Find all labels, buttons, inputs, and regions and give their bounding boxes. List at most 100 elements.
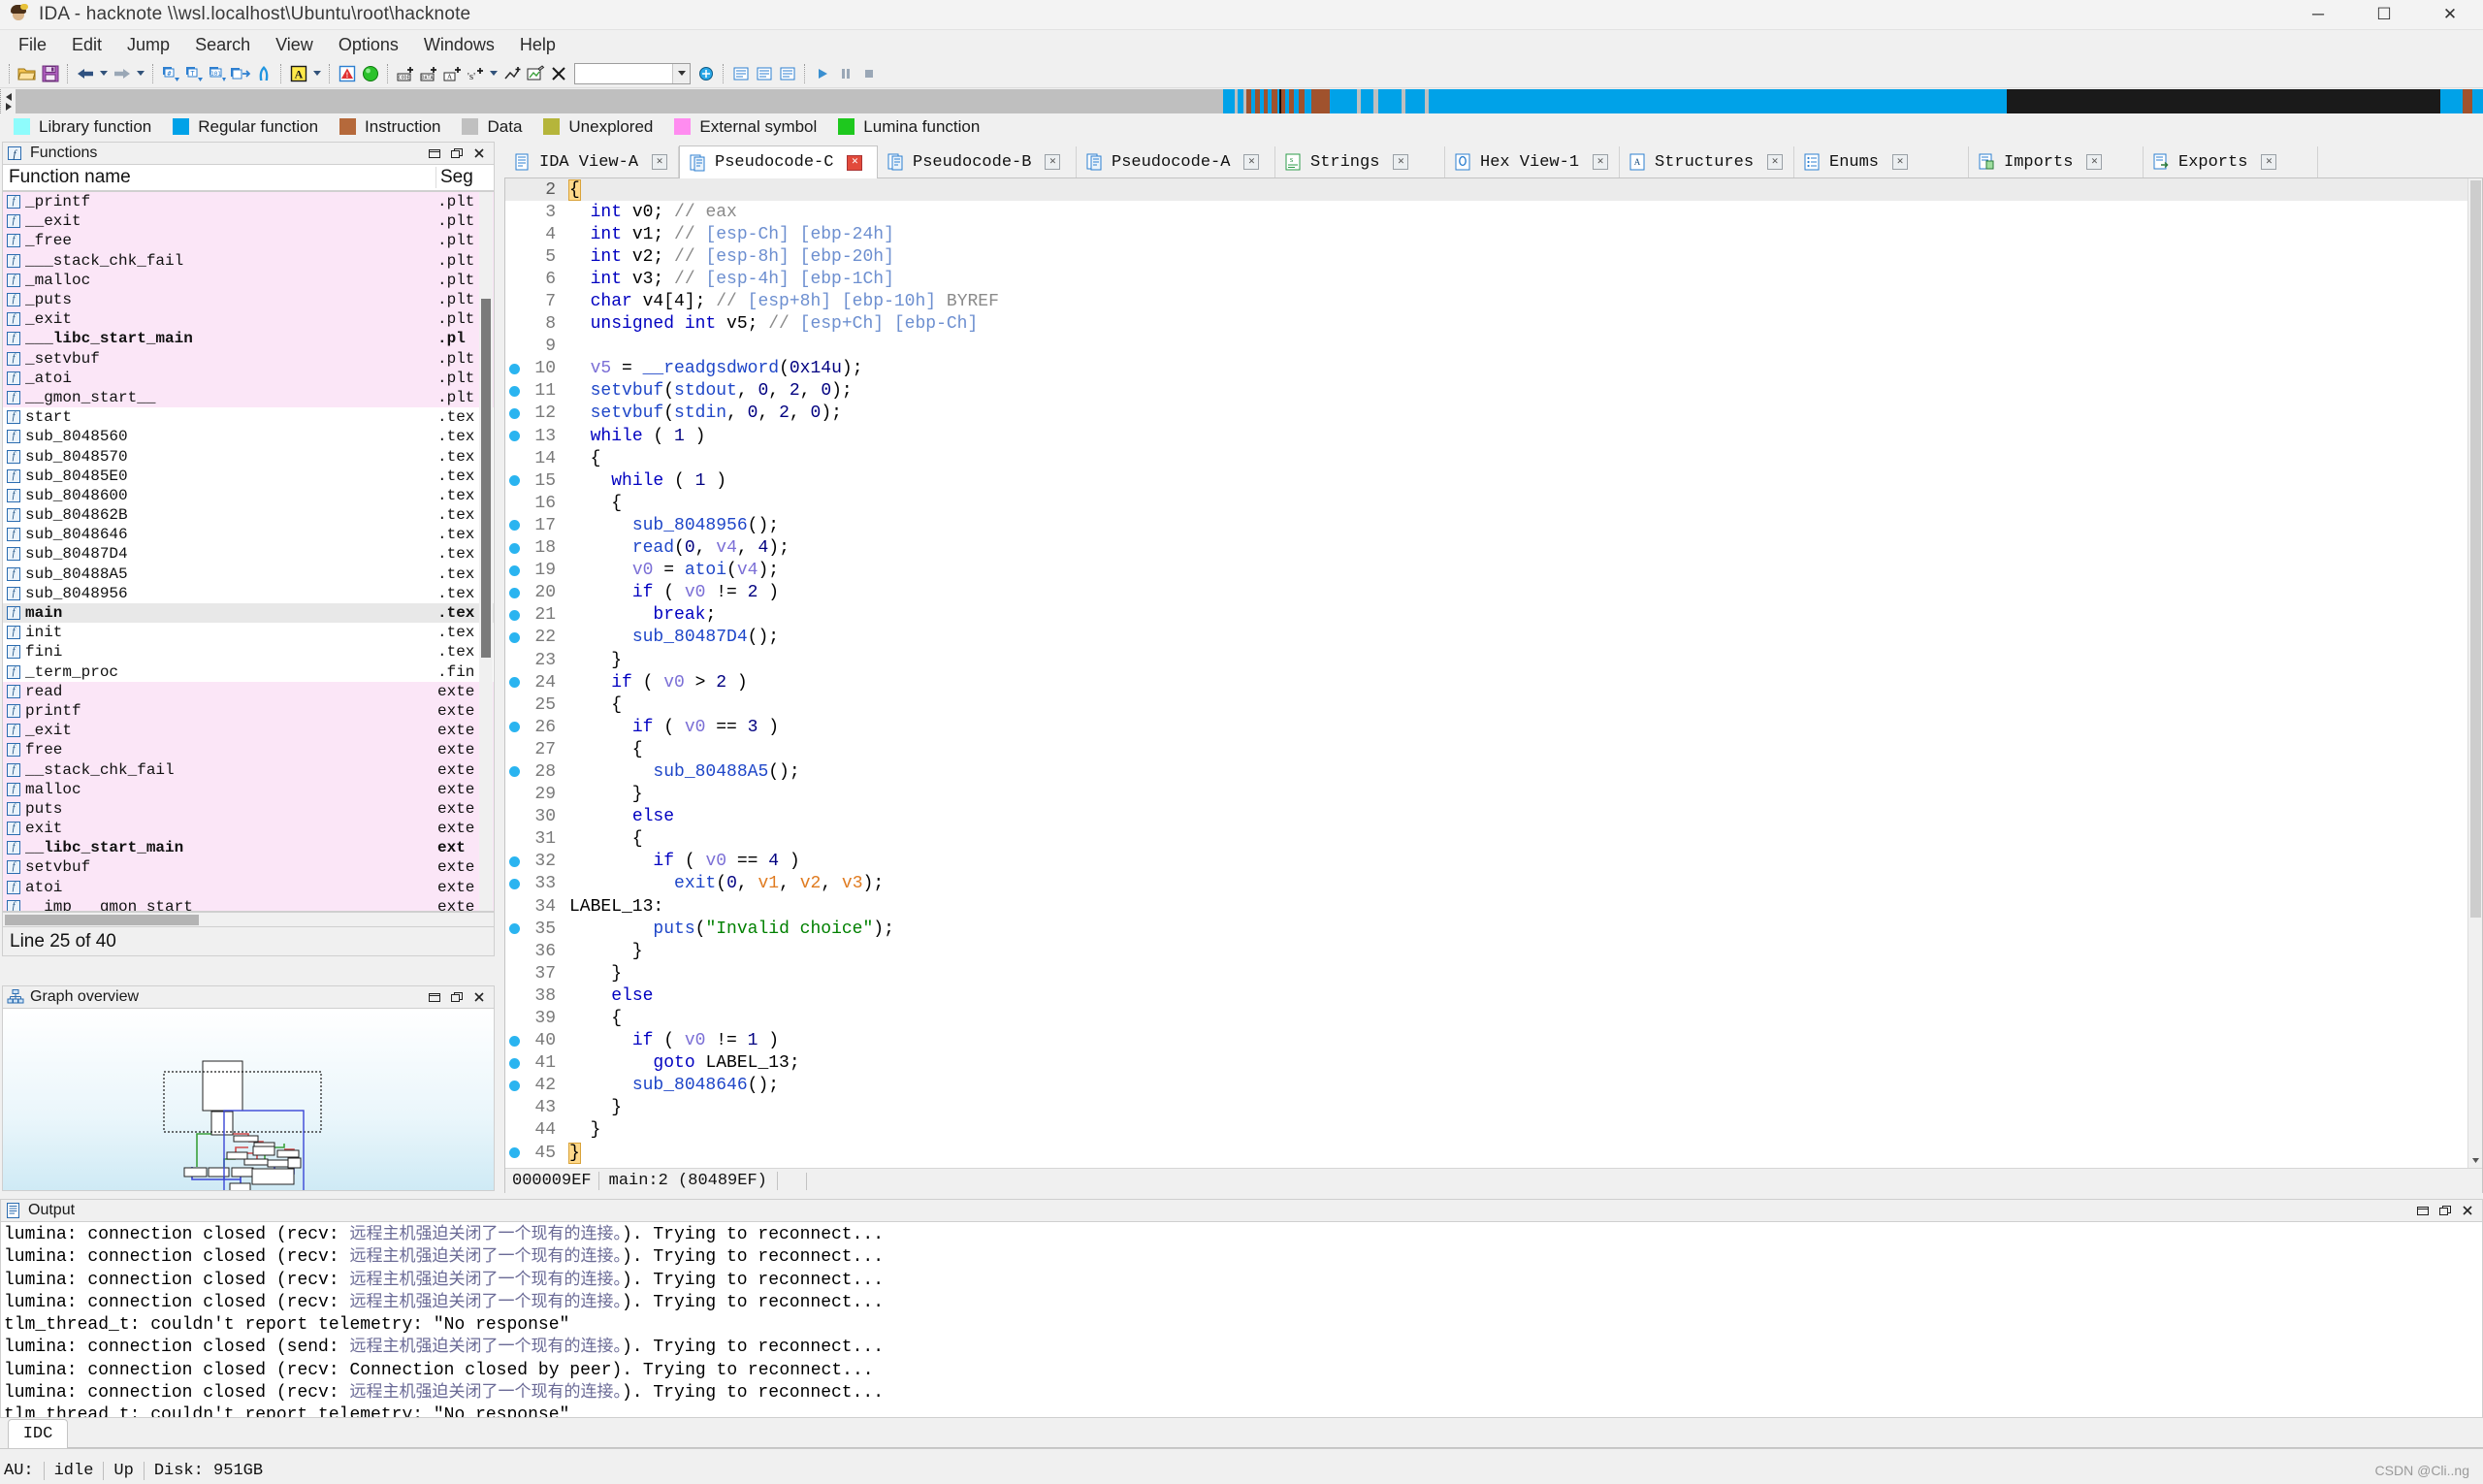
menu-item-options[interactable]: Options: [326, 32, 411, 58]
table-row[interactable]: f ___libc_start_main .pl: [3, 329, 494, 349]
jump-to-address-button[interactable]: #: [159, 62, 182, 85]
table-row[interactable]: f __gmon_start__ .plt: [3, 387, 494, 408]
tab-structures[interactable]: A Structures ✕: [1620, 146, 1794, 177]
pseudocode-line[interactable]: 21 break;: [505, 604, 2482, 627]
menu-item-jump[interactable]: Jump: [114, 32, 182, 58]
pseudocode-line[interactable]: 16 {: [505, 492, 2482, 514]
pseudocode-line[interactable]: 42 sub_8048646();: [505, 1075, 2482, 1097]
tab-ida-view-a[interactable]: IDA View-A ✕: [504, 146, 679, 177]
table-row[interactable]: f init .tex: [3, 623, 494, 642]
jump-to-prev-button[interactable]: [252, 62, 275, 85]
table-row[interactable]: f __stack_chk_fail exte: [3, 759, 494, 780]
save-file-button[interactable]: [39, 62, 62, 85]
pseudocode-line[interactable]: 3 int v0; // eax: [505, 201, 2482, 223]
tab-strings[interactable]: s Strings ✕: [1275, 146, 1445, 177]
table-row[interactable]: f sub_8048570 .tex: [3, 446, 494, 466]
undock-icon[interactable]: [445, 144, 468, 163]
table-row[interactable]: f _printf .plt: [3, 192, 494, 212]
table-row[interactable]: f __exit .plt: [3, 211, 494, 232]
pseudocode-line[interactable]: 20 if ( v0 != 2 ): [505, 582, 2482, 604]
make-string-dropdown[interactable]: [487, 62, 500, 85]
tab-close-icon[interactable]: ✕: [1243, 154, 1260, 170]
pseudocode-line[interactable]: 12 setvbuf(stdin, 0, 2, 0);: [505, 403, 2482, 425]
pseudocode-line[interactable]: 29 }: [505, 784, 2482, 806]
table-row[interactable]: f sub_80487D4 .tex: [3, 544, 494, 564]
pseudocode-line[interactable]: 9: [505, 336, 2482, 358]
pseudocode-line[interactable]: 26 if ( v0 == 3 ): [505, 716, 2482, 738]
scroll-down-icon[interactable]: [2468, 1153, 2482, 1168]
pseudocode-line[interactable]: 28 sub_80488A5();: [505, 760, 2482, 783]
pseudocode-line[interactable]: 4 int v1; // [esp-Ch] [ebp-24h]: [505, 223, 2482, 245]
chevron-down-icon[interactable]: [672, 63, 690, 83]
edit-function-button[interactable]: [524, 62, 547, 85]
graph-overview-canvas[interactable]: [2, 1009, 495, 1191]
table-row[interactable]: f main .tex: [3, 602, 494, 624]
table-row[interactable]: f sub_8048600 .tex: [3, 486, 494, 505]
pseudocode-line[interactable]: 36 }: [505, 940, 2482, 962]
tab-pseudocode-c[interactable]: Pseudocode-C ✕: [679, 145, 878, 178]
maximize-button[interactable]: ☐: [2351, 0, 2417, 30]
pseudocode-code-area[interactable]: 2{3 int v0; // eax 4 int v1; // [esp-Ch] …: [505, 178, 2482, 1168]
breakpoint-marker-icon[interactable]: [505, 722, 523, 733]
pseudocode-line[interactable]: 32 if ( v0 == 4 ): [505, 851, 2482, 873]
watch-list-button[interactable]: [753, 62, 776, 85]
menu-item-search[interactable]: Search: [182, 32, 263, 58]
pseudocode-line[interactable]: 7 char v4[4]; // [esp+8h] [ebp-10h] BYRE…: [505, 290, 2482, 312]
tab-close-icon[interactable]: ✕: [1892, 154, 1909, 170]
debugger-run-button[interactable]: [359, 62, 382, 85]
table-row[interactable]: f _term_proc .fin: [3, 662, 494, 682]
tab-close-icon[interactable]: ✕: [2261, 154, 2277, 170]
table-row[interactable]: f malloc exte: [3, 779, 494, 799]
restore-icon[interactable]: [2411, 1201, 2434, 1220]
table-row[interactable]: f ___stack_chk_fail .plt: [3, 250, 494, 271]
pseudocode-line[interactable]: 30 else: [505, 806, 2482, 828]
table-row[interactable]: f fini .tex: [3, 642, 494, 661]
pseudocode-vertical-scrollbar[interactable]: [2467, 178, 2482, 1168]
menu-item-help[interactable]: Help: [507, 32, 568, 58]
breakpoint-marker-icon[interactable]: [505, 677, 523, 689]
tab-enums[interactable]: Enums ✕: [1794, 146, 1969, 177]
table-row[interactable]: f atoi exte: [3, 877, 494, 897]
table-row[interactable]: f _exit .plt: [3, 309, 494, 330]
make-code-button[interactable]: CODE: [394, 62, 417, 85]
pseudocode-line[interactable]: 31 {: [505, 828, 2482, 851]
breakpoint-marker-icon[interactable]: [505, 363, 523, 374]
restore-icon[interactable]: [423, 144, 445, 163]
breakpoint-marker-icon[interactable]: [505, 609, 523, 621]
table-row[interactable]: f free exte: [3, 740, 494, 760]
functions-list[interactable]: f _printf .plt f __exit .plt f _free .plt f ___sta…: [2, 192, 495, 912]
pseudocode-line[interactable]: 40 if ( v0 != 1 ): [505, 1030, 2482, 1052]
close-icon[interactable]: [468, 987, 490, 1007]
pseudocode-line[interactable]: 41 goto LABEL_13;: [505, 1052, 2482, 1075]
output-log[interactable]: lumina: connection closed (recv: 远程主机强迫关…: [0, 1222, 2483, 1418]
pseudocode-line[interactable]: 17 sub_8048956();: [505, 514, 2482, 536]
pseudocode-line[interactable]: 19 v0 = atoi(v4);: [505, 560, 2482, 582]
table-row[interactable]: f read exte: [3, 681, 494, 701]
pseudocode-line[interactable]: 5 int v2; // [esp-8h] [ebp-20h]: [505, 245, 2482, 268]
table-row[interactable]: f sub_80485E0 .tex: [3, 467, 494, 486]
stack-trace-button[interactable]: [776, 62, 799, 85]
table-row[interactable]: f _atoi .plt: [3, 368, 494, 388]
tab-pseudocode-a[interactable]: Pseudocode-A ✕: [1077, 146, 1275, 177]
breakpoint-marker-icon[interactable]: [505, 1147, 523, 1159]
breakpoint-marker-icon[interactable]: [505, 1035, 523, 1047]
make-data-button[interactable]: DATA: [417, 62, 440, 85]
debug-start-button[interactable]: [811, 62, 834, 85]
text-search-dropdown[interactable]: [310, 62, 324, 85]
debugger-selector[interactable]: [574, 62, 691, 84]
nav-scroll-arrows[interactable]: [0, 89, 16, 113]
pseudocode-line[interactable]: 18 read(0, v4, 4);: [505, 537, 2482, 560]
pseudocode-line[interactable]: 10 v5 = __readgsdword(0x14u);: [505, 358, 2482, 380]
navigator-strip[interactable]: [16, 89, 2483, 113]
menu-item-file[interactable]: File: [6, 32, 59, 58]
breakpoint-marker-icon[interactable]: [505, 878, 523, 889]
pseudocode-line[interactable]: 14 {: [505, 447, 2482, 469]
pseudocode-line[interactable]: 37 }: [505, 962, 2482, 984]
breakpoint-marker-icon[interactable]: [505, 475, 523, 487]
breakpoint-marker-icon[interactable]: [505, 855, 523, 867]
debug-stop-button[interactable]: [857, 62, 881, 85]
pseudocode-line[interactable]: 23 }: [505, 649, 2482, 671]
breakpoint-marker-icon[interactable]: [505, 1080, 523, 1091]
pseudocode-line[interactable]: 15 while ( 1 ): [505, 469, 2482, 492]
table-row[interactable]: f _setvbuf .plt: [3, 348, 494, 369]
